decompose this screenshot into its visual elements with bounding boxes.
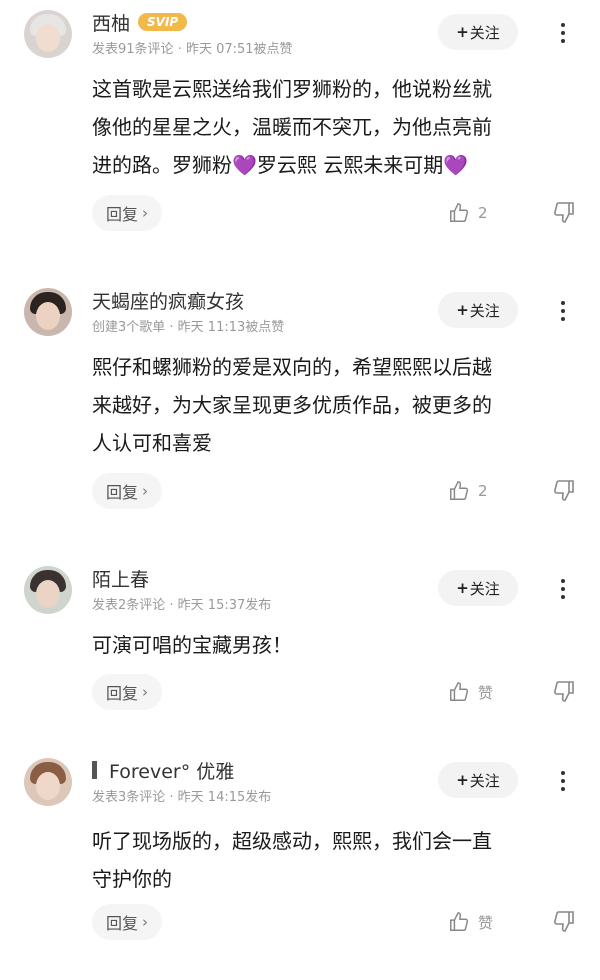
comment-line: 这首歌是云熙送给我们罗狮粉的，他说粉丝就 <box>92 77 492 101</box>
follow-button[interactable]: + 关注 <box>438 570 518 606</box>
comment-text: 可演可唱的宝藏男孩！ <box>92 626 582 664</box>
plus-icon: + <box>456 301 469 319</box>
more-options-icon[interactable] <box>552 18 574 48</box>
avatar[interactable] <box>24 288 72 336</box>
comment-meta: 发表3条评论 · 昨天 14:15发布 <box>92 790 272 805</box>
comment-feed: 西柚 SVIP 发表91条评论 · 昨天 07:51被点赞 + 关注 这首歌是云… <box>0 0 600 980</box>
comment-text: 熙仔和螺狮粉的爱是双向的，希望熙熙以后越 来越好，为大家呈现更多优质作品，被更多… <box>92 348 582 462</box>
more-options-icon[interactable] <box>552 296 574 326</box>
svip-badge: SVIP <box>138 13 188 31</box>
follow-label: 关注 <box>469 579 500 598</box>
comment-item: 天蝎座的疯癫女孩 创建3个歌单 · 昨天 11:13被点赞 + 关注 熙仔和螺狮… <box>0 278 600 518</box>
more-options-icon[interactable] <box>552 574 574 604</box>
follow-label: 关注 <box>469 23 500 42</box>
vertical-bar-icon <box>92 761 97 779</box>
username[interactable]: 天蝎座的疯癫女孩 <box>92 287 244 314</box>
like-count: 赞 <box>478 683 494 702</box>
comment-line: 守护你的 <box>92 867 172 891</box>
name-row: 天蝎座的疯癫女孩 <box>92 287 244 314</box>
reply-label: 回复 <box>106 914 139 933</box>
like-button[interactable]: 2 <box>448 198 488 228</box>
reply-button[interactable]: 回复 › <box>92 904 163 940</box>
username[interactable]: 西柚 <box>92 9 130 36</box>
thumbs-up-icon <box>448 202 470 224</box>
plus-icon: + <box>456 23 469 41</box>
username[interactable]: Forever° 优雅 <box>109 757 234 784</box>
plus-icon: + <box>456 771 469 789</box>
follow-button[interactable]: + 关注 <box>438 14 518 50</box>
comment-line: 可演可唱的宝藏男孩！ <box>92 633 292 657</box>
thumbs-down-icon[interactable] <box>552 200 578 226</box>
thumbs-down-icon[interactable] <box>552 909 578 935</box>
comment-meta: 发表91条评论 · 昨天 07:51被点赞 <box>92 42 293 57</box>
follow-button[interactable]: + 关注 <box>438 292 518 328</box>
name-row: 陌上春 <box>92 565 149 592</box>
like-button[interactable]: 赞 <box>448 907 493 937</box>
more-options-icon[interactable] <box>552 766 574 796</box>
like-count: 2 <box>478 482 488 500</box>
thumbs-down-icon[interactable] <box>552 478 578 504</box>
comment-line: 像他的星星之火，温暖而不突兀，为他点亮前 <box>92 115 492 139</box>
plus-icon: + <box>456 579 469 597</box>
follow-label: 关注 <box>469 301 500 320</box>
thumbs-up-icon <box>448 681 470 703</box>
like-count: 赞 <box>478 913 494 932</box>
chevron-right-icon: › <box>142 204 149 222</box>
avatar[interactable] <box>24 10 72 58</box>
comment-text: 听了现场版的，超级感动，熙熙，我们会一直 守护你的 <box>92 822 582 898</box>
comment-line: 熙仔和螺狮粉的爱是双向的，希望熙熙以后越 <box>92 355 492 379</box>
like-button[interactable]: 2 <box>448 476 488 506</box>
reply-label: 回复 <box>106 684 139 703</box>
reply-button[interactable]: 回复 › <box>92 674 163 710</box>
chevron-right-icon: › <box>142 683 149 701</box>
reply-button[interactable]: 回复 › <box>92 473 163 509</box>
comment-text: 这首歌是云熙送给我们罗狮粉的，他说粉丝就 像他的星星之火，温暖而不突兀，为他点亮… <box>92 70 582 184</box>
username[interactable]: 陌上春 <box>92 565 149 592</box>
reply-button[interactable]: 回复 › <box>92 195 163 231</box>
name-row: Forever° 优雅 <box>92 757 234 784</box>
follow-label: 关注 <box>469 771 500 790</box>
comment-line: 人认可和喜爱 <box>92 431 212 455</box>
comment-line: 听了现场版的，超级感动，熙熙，我们会一直 <box>92 829 492 853</box>
reply-label: 回复 <box>106 205 139 224</box>
comment-line: 进的路。罗狮粉💜罗云熙 云熙未来可期💜 <box>92 153 469 177</box>
comment-item: 陌上春 发表2条评论 · 昨天 15:37发布 + 关注 可演可唱的宝藏男孩！ … <box>0 556 600 716</box>
like-count: 2 <box>478 204 488 222</box>
chevron-right-icon: › <box>142 913 149 931</box>
purple-heart-icon: 💜 <box>232 153 257 177</box>
comment-line: 来越好，为大家呈现更多优质作品，被更多的 <box>92 393 492 417</box>
comment-item: 西柚 SVIP 发表91条评论 · 昨天 07:51被点赞 + 关注 这首歌是云… <box>0 0 600 240</box>
thumbs-up-icon <box>448 480 470 502</box>
thumbs-down-icon[interactable] <box>552 679 578 705</box>
comment-meta: 创建3个歌单 · 昨天 11:13被点赞 <box>92 320 285 335</box>
chevron-right-icon: › <box>142 482 149 500</box>
avatar[interactable] <box>24 566 72 614</box>
name-row: 西柚 SVIP <box>92 9 188 36</box>
follow-button[interactable]: + 关注 <box>438 762 518 798</box>
reply-label: 回复 <box>106 483 139 502</box>
like-button[interactable]: 赞 <box>448 677 493 707</box>
avatar[interactable] <box>24 758 72 806</box>
thumbs-up-icon <box>448 911 470 933</box>
comment-item: Forever° 优雅 发表3条评论 · 昨天 14:15发布 + 关注 听了现… <box>0 750 600 950</box>
comment-meta: 发表2条评论 · 昨天 15:37发布 <box>92 598 272 613</box>
purple-heart-icon: 💜 <box>443 153 469 177</box>
